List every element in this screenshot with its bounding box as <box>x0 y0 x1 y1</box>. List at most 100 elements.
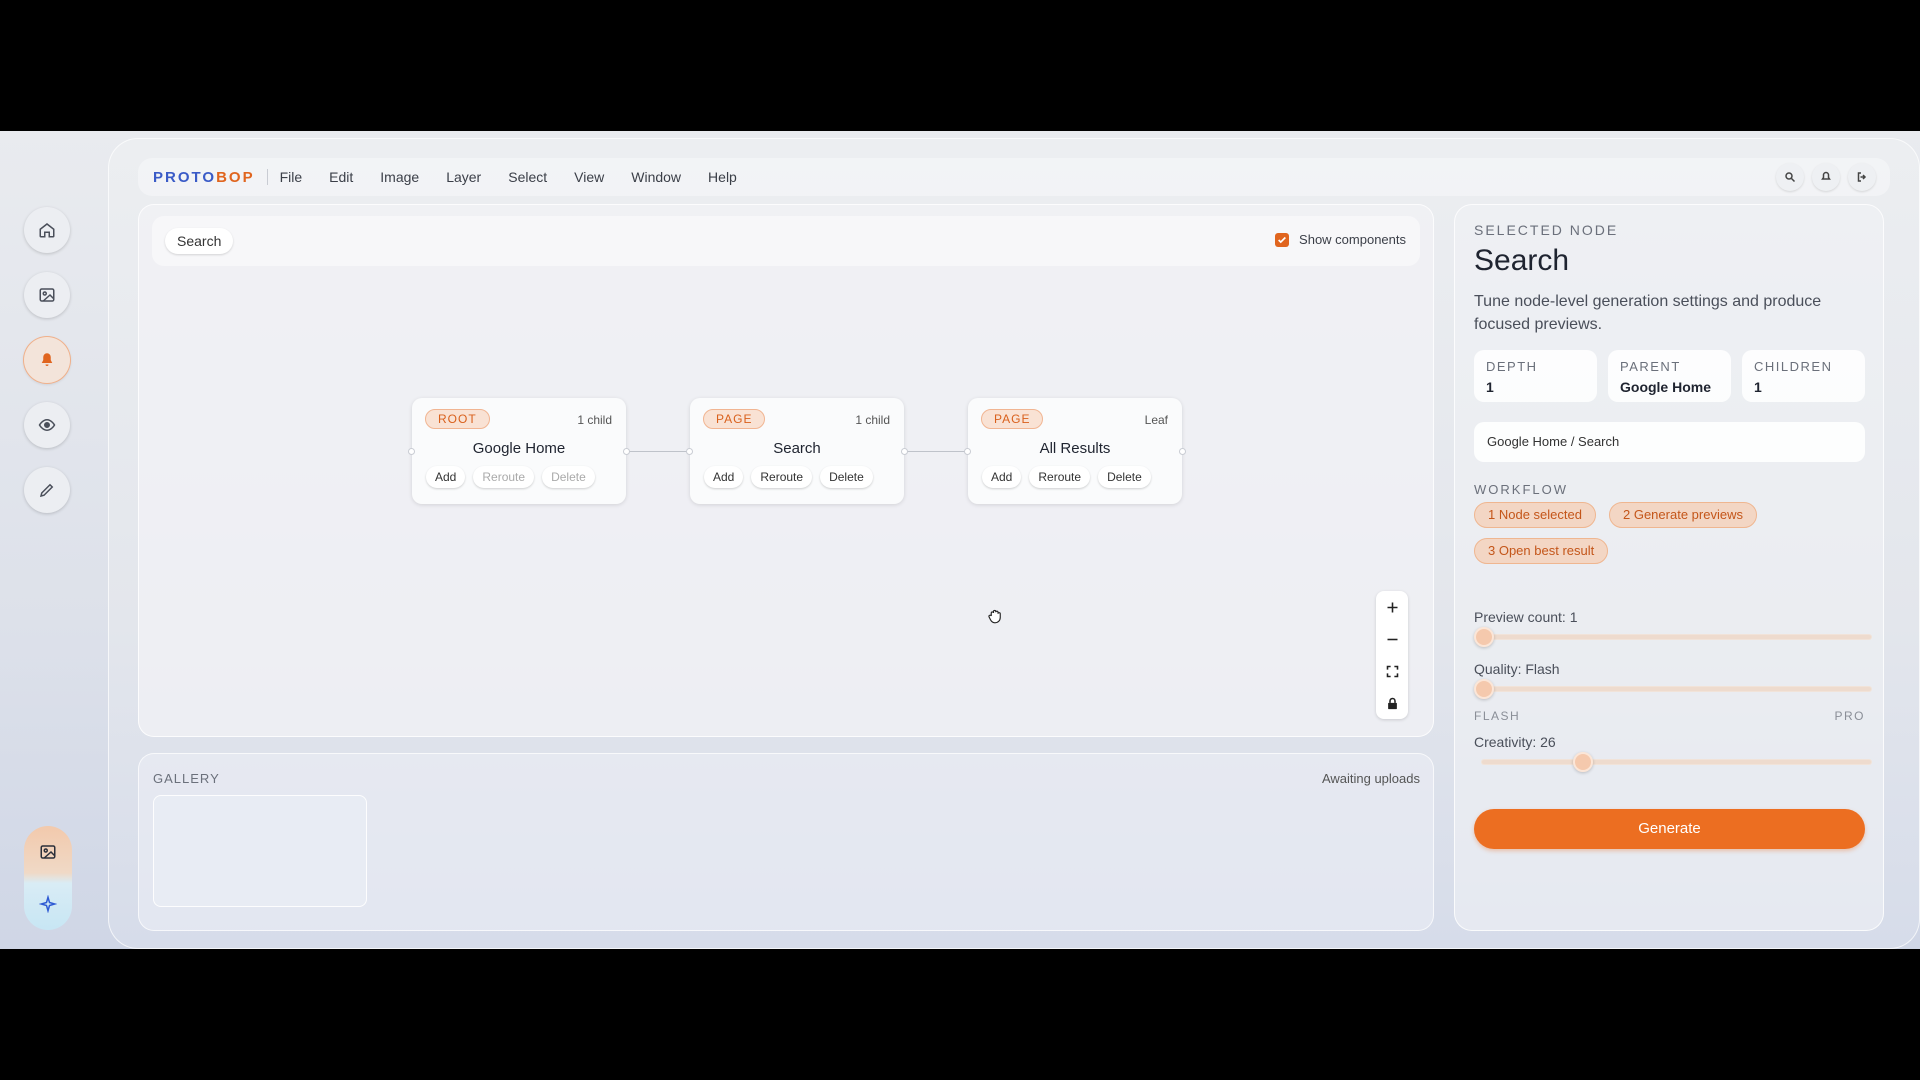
bell-icon <box>1821 171 1831 180</box>
minus-icon <box>1387 638 1397 640</box>
node-title: Google Home <box>472 440 566 457</box>
preview-count-thumb[interactable] <box>1474 627 1494 647</box>
node-add-button[interactable]: Add <box>704 466 744 488</box>
stat-key: DEPTH <box>1486 359 1538 374</box>
node-port-right[interactable] <box>901 448 908 455</box>
node-delete-button[interactable]: Delete <box>542 466 595 488</box>
node-children-count: 1 child <box>855 413 890 427</box>
menubar-actions <box>1776 163 1876 191</box>
home-button[interactable] <box>24 207 70 253</box>
quality-max-label: PRO <box>1834 709 1865 723</box>
images-button[interactable] <box>24 272 70 318</box>
menu-file[interactable]: File <box>280 169 303 185</box>
sparkle-icon <box>39 895 57 913</box>
image-icon <box>40 845 56 859</box>
plus-icon <box>1387 602 1397 612</box>
node-reroute-button[interactable]: Reroute <box>1029 466 1091 488</box>
node-actions: Add Reroute Delete <box>426 466 595 488</box>
preview-count-slider[interactable] <box>1482 635 1871 639</box>
canvas-toolbar: Search Show components <box>152 216 1420 266</box>
gallery-thumbnail-placeholder[interactable] <box>153 795 367 907</box>
logout-button[interactable] <box>1848 163 1876 191</box>
bell-icon <box>41 353 53 366</box>
selected-node-panel: SELECTED NODE Search Tune node-level gen… <box>1454 204 1884 931</box>
zoom-out-button[interactable] <box>1376 623 1408 655</box>
ai-rail-button[interactable] <box>24 878 72 930</box>
generate-button[interactable]: Generate <box>1474 809 1865 849</box>
gallery-rail-button[interactable] <box>24 826 72 878</box>
quality-slider[interactable] <box>1482 687 1871 691</box>
quality-thumb[interactable] <box>1474 679 1494 699</box>
search-chip[interactable]: Search <box>165 228 234 254</box>
panel-title: Search <box>1474 244 1570 277</box>
node-google-home[interactable]: ROOT 1 child Google Home Add Reroute Del… <box>408 398 630 504</box>
stat-value: Google Home <box>1620 379 1712 395</box>
quality-label: Quality: Flash <box>1474 661 1560 677</box>
lock-button[interactable] <box>1376 687 1408 719</box>
node-delete-button[interactable]: Delete <box>820 466 873 488</box>
image-icon <box>39 288 55 302</box>
fit-view-button[interactable] <box>1376 655 1408 687</box>
show-components-toggle[interactable]: Show components <box>1275 232 1406 247</box>
notifications-button[interactable] <box>24 337 70 383</box>
workflow-step-1[interactable]: 1 Node selected <box>1474 502 1596 528</box>
node-port-left[interactable] <box>408 448 415 455</box>
node-type-badge: ROOT <box>425 409 490 429</box>
left-rail <box>24 207 72 532</box>
menu-view[interactable]: View <box>574 169 604 185</box>
edge-search-results <box>904 451 968 452</box>
creativity-thumb[interactable] <box>1573 752 1594 772</box>
quality-min-label: FLASH <box>1474 709 1521 723</box>
check-icon <box>1278 236 1286 243</box>
gallery-status: Awaiting uploads <box>1321 771 1420 786</box>
node-type-badge: PAGE <box>703 409 766 429</box>
app-window: PROTOBOP File Edit Image Layer Select Vi… <box>108 138 1920 949</box>
zoom-in-button[interactable] <box>1376 591 1408 623</box>
node-children-count: 1 child <box>577 413 612 427</box>
node-add-button[interactable]: Add <box>982 466 1022 488</box>
preview-button[interactable] <box>24 402 70 448</box>
workflow-label: WORKFLOW <box>1474 482 1568 497</box>
menu-layer[interactable]: Layer <box>446 169 481 185</box>
node-all-results[interactable]: PAGE Leaf All Results Add Reroute Delete <box>964 398 1186 504</box>
node-children-count: Leaf <box>1144 413 1168 427</box>
notification-button[interactable] <box>1812 163 1840 191</box>
menu-select[interactable]: Select <box>508 169 547 185</box>
show-components-label: Show components <box>1299 232 1406 247</box>
menu-image[interactable]: Image <box>380 169 419 185</box>
menu-window[interactable]: Window <box>631 169 681 185</box>
brand-part-a: PROTO <box>153 168 217 186</box>
brand-logo: PROTOBOP <box>153 169 255 186</box>
stat-value: 1 <box>1754 379 1762 395</box>
node-type-badge: PAGE <box>981 409 1044 429</box>
pencil-icon <box>39 483 54 498</box>
node-actions: Add Reroute Delete <box>704 466 873 488</box>
show-components-checkbox[interactable] <box>1275 232 1290 247</box>
app-screen: PROTOBOP File Edit Image Layer Select Vi… <box>0 131 1920 949</box>
edit-button[interactable] <box>24 467 70 513</box>
menu-edit[interactable]: Edit <box>329 169 353 185</box>
node-port-right[interactable] <box>1179 448 1186 455</box>
home-icon <box>39 223 55 238</box>
node-add-button[interactable]: Add <box>426 466 466 488</box>
node-title: All Results <box>1039 440 1111 457</box>
node-port-right[interactable] <box>623 448 630 455</box>
node-reroute-button[interactable]: Reroute <box>751 466 813 488</box>
menubar: PROTOBOP File Edit Image Layer Select Vi… <box>138 158 1890 196</box>
zoom-controls <box>1376 591 1408 719</box>
menu-help[interactable]: Help <box>708 169 737 185</box>
node-port-left[interactable] <box>686 448 693 455</box>
node-port-left[interactable] <box>964 448 971 455</box>
node-reroute-button[interactable]: Reroute <box>473 466 535 488</box>
workflow-step-2[interactable]: 2 Generate previews <box>1609 502 1757 528</box>
search-icon <box>1785 172 1796 183</box>
search-button[interactable] <box>1776 163 1804 191</box>
workflow-step-3[interactable]: 3 Open best result <box>1474 538 1609 564</box>
creativity-slider[interactable] <box>1482 760 1871 764</box>
node-actions: Add Reroute Delete <box>982 466 1151 488</box>
flow-canvas[interactable]: Search Show components ROOT 1 child Goog… <box>138 204 1434 737</box>
rail-bottom-group <box>24 826 72 930</box>
node-delete-button[interactable]: Delete <box>1098 466 1151 488</box>
node-search[interactable]: PAGE 1 child Search Add Reroute Delete <box>686 398 908 504</box>
edge-root-search <box>626 451 690 452</box>
